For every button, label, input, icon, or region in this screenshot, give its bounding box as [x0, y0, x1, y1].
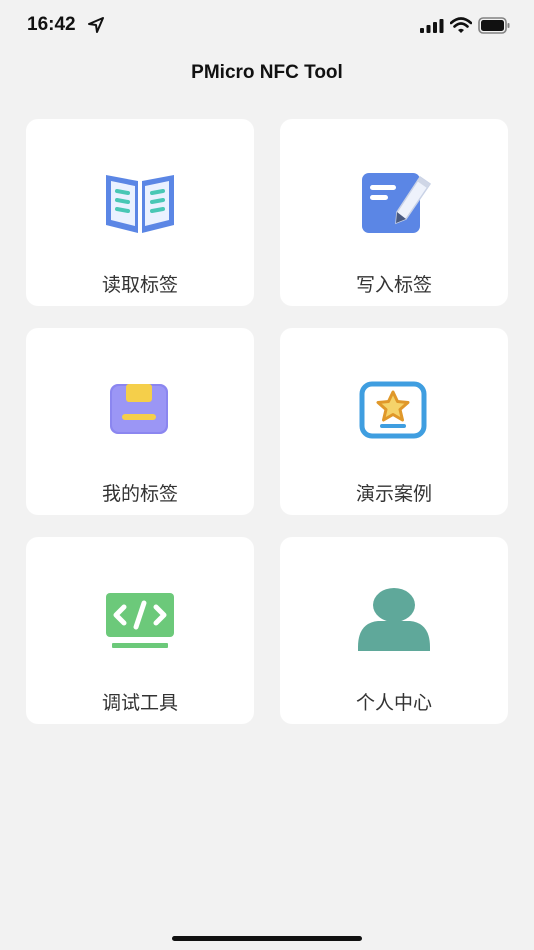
star-frame-icon [359, 381, 427, 439]
demo-cases-button[interactable]: 演示案例 [280, 328, 508, 515]
my-tags-label: 我的标签 [101, 483, 178, 505]
wifi-icon [450, 17, 472, 33]
personal-center-label: 个人中心 [355, 692, 432, 714]
status-bar: 16:42 [0, 0, 534, 54]
cellular-signal-icon [420, 19, 444, 33]
status-time: 16:42 [27, 14, 76, 35]
location-arrow-icon [88, 17, 104, 33]
storage-box-icon [110, 384, 168, 434]
my-tags-button[interactable]: 我的标签 [26, 328, 254, 515]
user-icon [358, 588, 430, 651]
code-icon [106, 593, 174, 648]
personal-center-button[interactable]: 个人中心 [280, 537, 508, 724]
write-tag-button[interactable]: 写入标签 [280, 119, 508, 306]
demo-cases-label: 演示案例 [355, 483, 432, 505]
debug-tools-label: 调试工具 [101, 692, 178, 714]
edit-note-icon [362, 173, 432, 233]
battery-icon [478, 17, 510, 34]
write-tag-label: 写入标签 [355, 274, 432, 296]
page-title: PMicro NFC Tool [191, 62, 343, 83]
open-book-icon [106, 175, 174, 233]
debug-tools-button[interactable]: 调试工具 [26, 537, 254, 724]
read-tag-button[interactable]: 读取标签 [26, 119, 254, 306]
home-indicator[interactable] [172, 936, 362, 941]
read-tag-label: 读取标签 [101, 274, 178, 296]
